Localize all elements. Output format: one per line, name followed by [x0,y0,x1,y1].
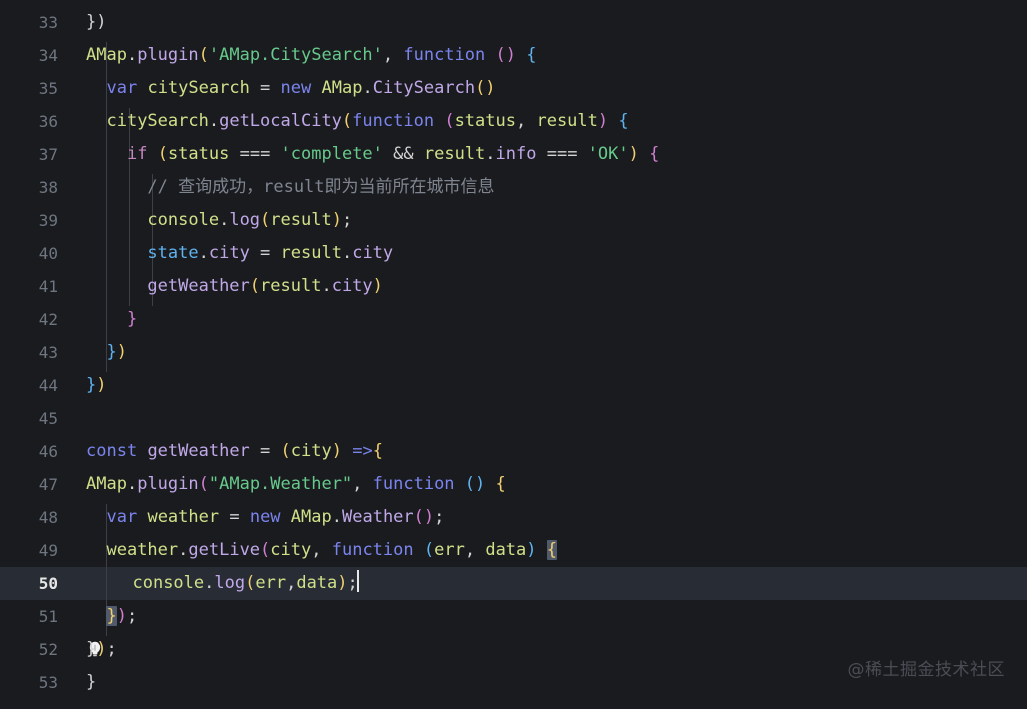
line-content: }); [106,606,138,626]
line-number: 36 [38,112,58,131]
code-line-active[interactable]: 50 console.log(err,data); [0,567,1027,657]
code-line[interactable]: 42 } [0,303,137,336]
code-line[interactable]: 52 }); [0,633,117,666]
line-content: citySearch.getLocalCity(function (status… [106,111,629,131]
line-background [0,402,1027,435]
line-content: const getWeather = (city) =>{ [86,441,383,461]
line-number: 46 [38,442,58,461]
code-line[interactable]: 36 citySearch.getLocalCity(function (sta… [0,105,629,138]
code-line[interactable]: 35 var citySearch = new AMap.CitySearch(… [0,72,496,105]
line-content: weather.getLive(city, function (err, dat… [106,540,558,560]
line-number: 35 [38,79,58,98]
line-content: }) [86,375,107,395]
code-line[interactable]: 51 }); [0,600,137,633]
code-line[interactable]: 37 if (status === 'complete' && result.i… [0,138,660,171]
line-number: 51 [38,607,58,626]
line-number: 39 [38,211,58,230]
line-background [0,336,1027,369]
line-content: console.log(result); [147,210,353,230]
line-number: 40 [38,244,58,263]
line-number: 42 [38,310,58,329]
line-content: console.log(err,data); [112,567,359,600]
line-number-active: 50 [38,574,58,593]
code-line[interactable]: 41 getWeather(result.city) [0,270,383,303]
bracket-match-open: { [546,540,558,560]
bracket-match-close: } [106,606,117,626]
clipped-line-above: }) [0,0,1027,6]
line-content: var weather = new AMap.Weather(); [106,507,445,527]
line-number: 48 [38,508,58,527]
line-number: 37 [38,145,58,164]
line-number: 38 [38,178,58,197]
code-line[interactable]: 47 AMap.plugin("AMap.Weather", function … [0,468,506,501]
line-number: 44 [38,376,58,395]
line-content: getWeather(result.city) [147,276,383,296]
line-background [0,6,1027,39]
line-number: 43 [38,343,58,362]
lightbulb-icon[interactable] [86,567,112,657]
line-number: 47 [38,475,58,494]
line-content: } [126,309,138,329]
line-background [0,369,1027,402]
code-line[interactable]: 44 }) [0,369,107,402]
line-content: } [86,672,97,692]
line-content: }) [106,342,127,362]
code-line[interactable]: 49 weather.getLive(city, function (err, … [0,534,558,567]
line-content: state.city = result.city [147,243,394,263]
line-number: 41 [38,277,58,296]
code-line[interactable]: 39 console.log(result); [0,204,352,237]
line-number: 53 [38,673,58,692]
code-line[interactable]: 53 } [0,666,97,699]
code-line[interactable]: 46 const getWeather = (city) =>{ [0,435,383,468]
code-line[interactable]: 40 state.city = result.city [0,237,393,270]
line-content: var citySearch = new AMap.CitySearch() [106,78,496,98]
line-content-comment: // 查询成功，result即为当前所在城市信息 [86,177,495,197]
line-number: 34 [38,46,58,65]
watermark: @稀土掘金技术社区 [847,660,1005,680]
code-line[interactable]: 48 var weather = new AMap.Weather(); [0,501,445,534]
line-content: AMap.plugin('AMap.CitySearch', function … [86,45,537,65]
line-content: }); [86,639,117,659]
line-content: AMap.plugin("AMap.Weather", function () … [86,474,506,494]
text-cursor [356,570,359,592]
code-line[interactable]: 33 }) [0,6,107,39]
code-line[interactable]: 43 }) [0,336,127,369]
line-background [0,303,1027,336]
line-number: 52 [38,640,58,659]
code-editor-window: }) 33 }) 34 AMap.plugin('AMap.CitySearch… [0,0,1027,709]
code-line[interactable]: 38 // 查询成功，result即为当前所在城市信息 [0,171,495,204]
code-line[interactable]: 34 AMap.plugin('AMap.CitySearch', functi… [0,39,537,72]
line-content: }) [86,12,107,32]
line-number: 33 [38,13,58,32]
code-line[interactable]: 45 [0,402,61,435]
line-content: if (status === 'complete' && result.info… [126,144,660,164]
line-number: 45 [38,409,58,428]
editor-viewport[interactable]: }) 33 }) 34 AMap.plugin('AMap.CitySearch… [0,0,1027,709]
line-number: 49 [38,541,58,560]
